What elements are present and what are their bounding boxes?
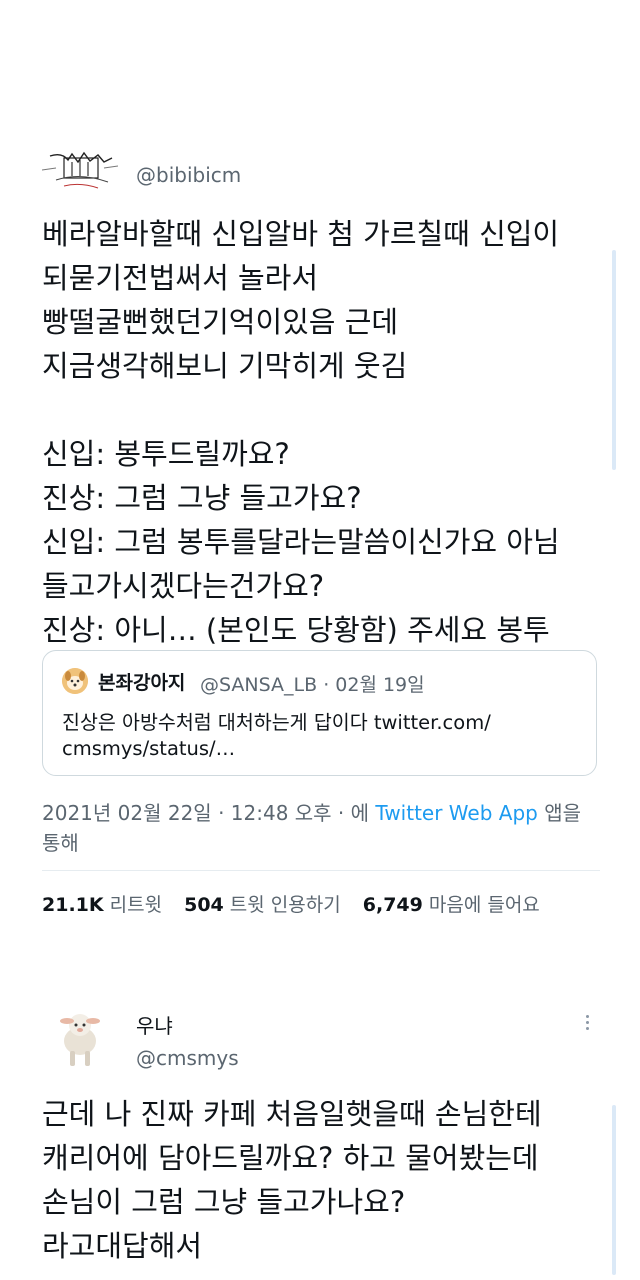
more-options-icon[interactable] [580, 1012, 594, 1034]
likes-stat[interactable]: 6,749 마음에 들어요 [363, 894, 540, 916]
tweet1-line: 신입: 봉투드릴까요? [42, 437, 290, 471]
tweet1-body: 베라알바할때 신입알바 첨 가르칠때 신입이 되묻기전법써서 놀라서 빵떨굴뻔했… [42, 212, 560, 652]
tweet1-timestamp: 2021년 02월 22일 · 12:48 오후 · 에 Twitter Web… [42, 797, 581, 826]
quotes-label: 트윗 인용하기 [229, 894, 341, 916]
likes-count: 6,749 [362, 894, 423, 916]
likes-label: 마음에 들어요 [428, 894, 540, 916]
tweet1-line: 빵떨굴뻔했던기억이있음 근데 [42, 305, 399, 339]
tweet1-handle[interactable]: @bibibicm [136, 163, 241, 187]
lamb-icon [60, 1014, 100, 1066]
avatar-cmsmys[interactable] [50, 1007, 106, 1069]
retweets-stat[interactable]: 21.1K 리트윗 [42, 894, 162, 916]
tweet2-line: 캐리어에 담아드릴까요? 하고 물어봤는데 [42, 1141, 539, 1175]
timestamp-line2: 통해 [42, 831, 79, 855]
timestamp-text: 2021년 02월 22일 · 12:48 오후 · 에 [42, 801, 370, 825]
quoted-avatar [62, 668, 88, 694]
tweet1-line: 들고가시겠다는건가요? [42, 569, 325, 603]
tweet2-line: 손님이 그럼 그냥 들고가나요? [42, 1185, 406, 1219]
tweet1-line: 베라알바할때 신입알바 첨 가르칠때 신입이 [42, 217, 560, 251]
tweet1-scrollbar[interactable] [612, 250, 616, 470]
tweet2-name[interactable]: 우냐 [136, 1010, 173, 1039]
tweet2-scrollbar[interactable] [612, 1105, 616, 1275]
tweet1-line: 진상: 그럼 그냥 들고가요? [42, 481, 362, 515]
retweets-count: 21.1K [42, 894, 104, 916]
tweet2-line: 라고대답해서 [42, 1229, 203, 1263]
tweet2-body: 근데 나 진짜 카페 처음일햇을때 손님한테 캐리어에 담아드릴까요? 하고 물… [42, 1092, 542, 1268]
divider [42, 870, 600, 871]
tweet1-line: 진상: 아니… (본인도 당황함) 주세요 봉투 [42, 613, 550, 647]
retweets-label: 리트윗 [109, 894, 163, 916]
source-link[interactable]: Twitter Web App [375, 801, 537, 825]
tweet2-handle[interactable]: @cmsmys [136, 1046, 239, 1070]
dog-icon [62, 668, 88, 694]
tweet1-blank-line [42, 388, 560, 432]
tweet1-line: 신입: 그럼 봉투를달라는말씀이신가요 아님 [42, 525, 560, 559]
quoted-text-line2: cmsmys/status/… [62, 737, 236, 760]
quotes-count: 504 [184, 894, 224, 916]
tweet1-stats: 21.1K 리트윗 504 트윗 인용하기 6,749 마음에 들어요 [42, 890, 540, 917]
source-suffix: 앱을 [544, 801, 582, 825]
tweet1-line: 지금생각해보니 기막히게 웃김 [42, 349, 408, 383]
quoted-text-line1: 진상은 아방수처럼 대처하는게 답이다 twitter.com/ [62, 711, 491, 734]
tweet2-line: 근데 나 진짜 카페 처음일햇을때 손님한테 [42, 1097, 542, 1131]
tweet1-line: 되묻기전법써서 놀라서 [42, 261, 319, 295]
quotes-stat[interactable]: 504 트윗 인용하기 [184, 894, 341, 916]
sketch-avatar-icon [41, 151, 119, 189]
quoted-name: 본좌강아지 [98, 672, 186, 694]
avatar-bibibicm[interactable] [41, 150, 119, 196]
quoted-meta: @SANSA_LB · 02월 19일 [200, 674, 425, 696]
